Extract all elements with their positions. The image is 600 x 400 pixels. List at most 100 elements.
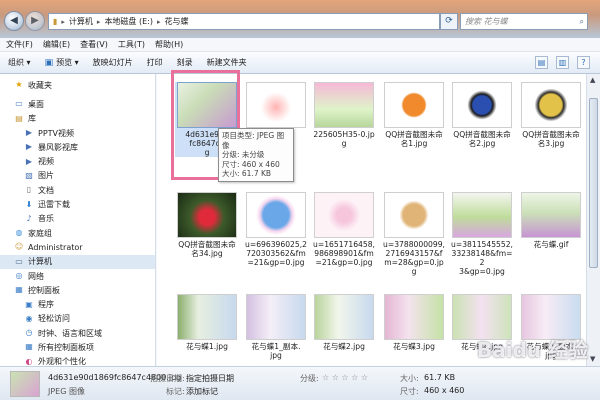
file-thumbnail — [521, 82, 581, 128]
file-item[interactable]: u=3811545552, 33238148&fm=2 3&gp=0.jpg — [450, 192, 514, 276]
file-thumbnail — [452, 192, 512, 238]
breadcrumb-computer[interactable]: 计算机 — [69, 16, 93, 27]
sidebar-item[interactable]: ⬇ 迅雷下载 — [0, 197, 155, 211]
back-button[interactable]: ◀ — [4, 11, 24, 31]
sidebar-item[interactable]: ★ 收藏夹 — [0, 78, 155, 92]
sidebar-item[interactable]: ◐ 外观和个性化 — [0, 355, 155, 366]
sidebar-item[interactable]: ▤ 库 — [0, 112, 155, 126]
sidebar-item[interactable]: ▦ 所有控制面板项 — [0, 340, 155, 354]
sidebar-item[interactable]: ▦ 控制面板 — [0, 283, 155, 297]
file-item[interactable]: QQ拼音截图未命 名3.jpg — [519, 82, 583, 148]
search-input[interactable]: 搜索 花与蝶 ⌕ — [460, 13, 588, 30]
details-pane: 4d631e90d1869fc8647c4800.jpg JPEG 图像 拍摄日… — [0, 366, 600, 400]
date-label: 拍摄日期: — [150, 374, 185, 383]
sidebar-item-label: 程序 — [38, 300, 54, 310]
sidebar-item-label: 音乐 — [38, 214, 54, 224]
sidebar-item[interactable]: ▶ 视频 — [0, 154, 155, 168]
sidebar-item[interactable]: ◷ 时钟、语言和区域 — [0, 326, 155, 340]
refresh-icon: ⟳ — [445, 16, 453, 26]
preview-button[interactable]: ▣ 预览 ▾ — [45, 57, 79, 68]
menu-bar: 文件(F) 编辑(E) 查看(V) 工具(T) 帮助(H) — [0, 38, 600, 52]
rating-stars[interactable]: ☆ ☆ ☆ ☆ ☆ — [322, 373, 368, 382]
preview-pane-icon[interactable]: ▥ — [556, 56, 569, 69]
menu-edit[interactable]: 编辑(E) — [43, 39, 70, 50]
menu-view[interactable]: 查看(V) — [80, 39, 108, 50]
document-icon: ▯ — [26, 185, 32, 195]
preview-icon: ▣ — [44, 57, 54, 68]
file-name: 花与蝶1.jpg — [186, 342, 228, 351]
sidebar-item-label: 收藏夹 — [28, 80, 52, 90]
file-thumbnail — [314, 82, 374, 128]
desktop-icon: ▭ — [15, 99, 23, 109]
address-bar[interactable]: ▮ ▸ 计算机 ▸ 本地磁盘 (E:) ▸ 花与蝶 — [48, 13, 440, 30]
sidebar-item-label: 视频 — [38, 157, 54, 167]
breadcrumb-folder[interactable]: 花与蝶 — [165, 16, 189, 27]
file-item[interactable]: 花与蝶2.jpg — [312, 294, 376, 351]
menu-help[interactable]: 帮助(H) — [155, 39, 183, 50]
file-item[interactable]: u=696396025,2 720303562&fm =21&gp=0.jpg — [244, 192, 308, 267]
sidebar-item[interactable]: ▶ PPTV视频 — [0, 126, 155, 140]
sidebar-item-label: PPTV视频 — [38, 128, 75, 138]
scrollbar-thumb[interactable] — [589, 98, 598, 268]
sidebar-item[interactable]: ▯ 文档 — [0, 183, 155, 197]
file-item[interactable]: 225605H35-0.jpg — [312, 82, 376, 148]
view-options-icon[interactable]: ▤ — [535, 56, 548, 69]
sidebar-item[interactable]: ☺ Administrator — [0, 240, 155, 254]
sidebar-item[interactable]: ▭ 桌面 — [0, 97, 155, 111]
menu-tools[interactable]: 工具(T) — [118, 39, 145, 50]
accessibility-icon: ◉ — [25, 313, 33, 323]
file-item[interactable]: QQ拼音截图未命 名2.jpg — [450, 82, 514, 148]
sidebar-item[interactable]: ♪ 音乐 — [0, 212, 155, 226]
file-item[interactable]: 花与蝶1_副本. jpg — [244, 294, 308, 360]
video-icon: ▶ — [25, 156, 33, 166]
sidebar-item-label: 外观和个性化 — [38, 357, 86, 366]
scroll-down-icon[interactable]: ▼ — [590, 355, 595, 363]
star-icon: ★ — [15, 80, 23, 90]
sidebar-item-label: 图片 — [38, 171, 54, 181]
sidebar-item[interactable]: ▭ 计算机 — [0, 254, 155, 269]
scroll-up-icon[interactable]: ▲ — [590, 76, 595, 84]
help-icon[interactable]: ? — [577, 56, 590, 69]
file-item[interactable]: 花与蝶.gif — [519, 192, 583, 249]
file-name: u=1651716458, 986898901&fm =21&gp=0.jpg — [313, 240, 375, 267]
burn-button[interactable]: 刻录 — [177, 57, 193, 68]
new-folder-label: 新建文件夹 — [206, 58, 247, 67]
date-value[interactable]: 指定拍摄日期 — [186, 373, 234, 384]
file-item[interactable]: u=3788000099, 2716943157&f m=28&gp=0.jp … — [382, 192, 446, 276]
video-icon: ▶ — [25, 142, 33, 152]
file-name: 花与蝶2.jpg — [323, 342, 365, 351]
sidebar-item[interactable]: ▣ 程序 — [0, 297, 155, 311]
file-name: u=3788000099, 2716943157&f m=28&gp=0.jp … — [383, 240, 445, 276]
sidebar-item[interactable]: ▶ 暴风影视库 — [0, 140, 155, 154]
print-button[interactable]: 打印 — [147, 57, 163, 68]
sidebar-item[interactable]: ◉ 轻松访问 — [0, 312, 155, 326]
tags-value[interactable]: 添加标记 — [186, 386, 218, 397]
file-thumbnail — [384, 192, 444, 238]
file-item[interactable]: 花与蝶3.jpg — [382, 294, 446, 351]
refresh-button[interactable]: ⟳ — [440, 13, 458, 30]
slideshow-label: 放映幻灯片 — [92, 58, 133, 67]
rating-label: 分级: — [300, 374, 319, 383]
back-arrow-icon: ◀ — [10, 15, 18, 26]
sidebar-item[interactable]: ◎ 网络 — [0, 269, 155, 283]
breadcrumb-drive[interactable]: 本地磁盘 (E:) — [104, 16, 153, 27]
file-name: u=3811545552, 33238148&fm=2 3&gp=0.jpg — [451, 240, 513, 276]
forward-button[interactable]: ▶ — [25, 11, 45, 31]
toolbar: 组织 ▾ ▣ 预览 ▾ 放映幻灯片 打印 刻录 新建文件夹 ▤ ▥ ? — [0, 52, 600, 74]
size-label: 大小: — [400, 374, 419, 383]
organize-button[interactable]: 组织 ▾ — [8, 57, 31, 68]
vertical-scrollbar[interactable]: ▲ ▼ — [586, 74, 600, 366]
sidebar-item-label: 网络 — [28, 271, 44, 281]
file-item[interactable]: 花与蝶1.jpg — [175, 294, 239, 351]
menu-file[interactable]: 文件(F) — [6, 39, 33, 50]
file-item[interactable]: QQ拼音截图未命 名1.jpg — [382, 82, 446, 148]
sidebar-item-label: 时钟、语言和区域 — [38, 328, 102, 338]
file-item[interactable]: u=1651716458, 986898901&fm =21&gp=0.jpg — [312, 192, 376, 267]
tooltip-line: 尺寸: 460 x 460 — [222, 159, 280, 169]
sidebar-item[interactable]: ▧ 图片 — [0, 169, 155, 183]
new-folder-button[interactable]: 新建文件夹 — [207, 57, 247, 68]
file-item[interactable]: QQ拼音截图未命 名34.jpg — [175, 192, 239, 258]
sidebar-item[interactable]: ◍ 家庭组 — [0, 226, 155, 240]
slideshow-button[interactable]: 放映幻灯片 — [93, 57, 133, 68]
size-value: 61.7 KB — [424, 373, 456, 382]
